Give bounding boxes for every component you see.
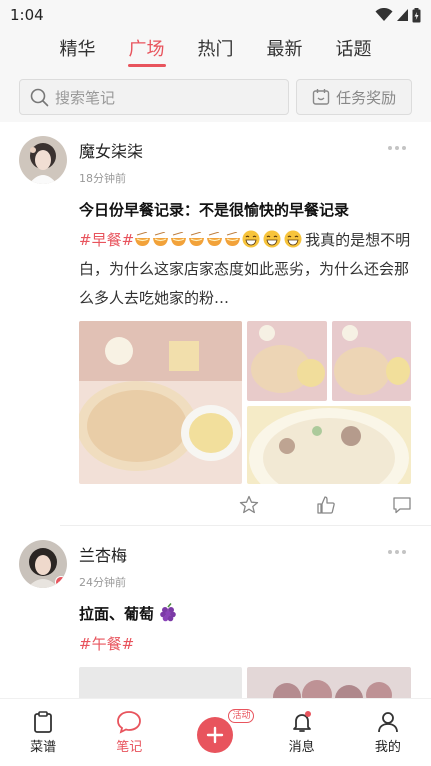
post-image[interactable] xyxy=(247,406,411,484)
more-options-icon[interactable] xyxy=(388,550,406,554)
sweat-smile-emoji-icon xyxy=(242,230,260,248)
search-input[interactable]: 搜索笔记 xyxy=(19,79,290,115)
nav-messages[interactable]: 消息 xyxy=(267,710,337,755)
clipboard-icon xyxy=(34,711,52,733)
sweat-smile-emoji-icon xyxy=(263,230,281,248)
tab-square[interactable]: 广场 xyxy=(112,35,181,67)
nav-label: 消息 xyxy=(288,740,315,755)
status-bar: 1:04 xyxy=(0,0,431,30)
grapes-emoji-icon xyxy=(160,603,177,622)
post-card[interactable]: 兰杏梅 24分钟前 拉面、葡萄 #午餐# xyxy=(0,526,431,698)
noodle-emoji-icon xyxy=(225,232,241,246)
post-image-grid xyxy=(79,321,412,485)
post-image-grid xyxy=(79,667,412,698)
post-time: 18分钟前 xyxy=(79,172,126,185)
author-name[interactable]: 兰杏梅 xyxy=(79,542,127,566)
post-image[interactable] xyxy=(247,667,411,698)
tab-featured[interactable]: 精华 xyxy=(43,35,112,67)
post-title: 拉面、葡萄 xyxy=(79,602,412,626)
nav-profile[interactable]: 我的 xyxy=(353,710,423,755)
post-text-line1: 我真的是想不 xyxy=(305,231,396,249)
event-badge: 活动 xyxy=(228,708,255,723)
sweat-smile-emoji-icon xyxy=(284,230,302,248)
post-image[interactable] xyxy=(332,321,411,401)
post-image[interactable] xyxy=(79,321,242,484)
post-header: 兰杏梅 24分钟前 xyxy=(19,540,412,590)
avatar[interactable] xyxy=(19,540,67,588)
nav-recipes[interactable]: 菜谱 xyxy=(8,710,78,755)
tab-hot[interactable]: 热门 xyxy=(181,35,250,67)
post-header: 魔女柒柒 18分钟前 xyxy=(19,136,412,186)
top-tab-bar: 精华 广场 热门 最新 话题 xyxy=(0,30,431,72)
post-title: 今日份早餐记录：不是很愉快的早餐记录 xyxy=(79,201,350,219)
person-icon xyxy=(377,712,398,733)
verified-badge-icon xyxy=(55,576,67,588)
post-image[interactable] xyxy=(247,321,327,401)
nav-label: 笔记 xyxy=(116,740,143,755)
signal-icon xyxy=(397,9,408,21)
calendar-icon xyxy=(312,89,330,105)
post-card[interactable]: 魔女柒柒 18分钟前 今日份早餐记录：不是很愉快的早餐记录 #早餐# 我真的是想不… xyxy=(0,122,431,525)
tab-latest[interactable]: 最新 xyxy=(250,35,319,67)
post-actions xyxy=(79,485,412,525)
noodle-emoji-icon xyxy=(189,232,205,246)
status-icons xyxy=(375,7,421,23)
nav-label: 菜谱 xyxy=(30,740,57,755)
post-image[interactable] xyxy=(79,667,242,698)
nav-notes[interactable]: 笔记 xyxy=(94,710,164,755)
search-row: 搜索笔记 任务奖励 xyxy=(0,72,431,122)
nav-create[interactable]: 活动 xyxy=(180,708,255,753)
nav-label: 我的 xyxy=(374,740,401,755)
battery-icon xyxy=(412,7,421,22)
search-placeholder: 搜索笔记 xyxy=(55,88,116,107)
noodle-emoji-icon xyxy=(207,232,223,246)
plus-icon xyxy=(207,726,224,743)
like-icon[interactable] xyxy=(316,495,336,515)
more-options-icon[interactable] xyxy=(388,146,406,150)
comment-icon[interactable] xyxy=(392,495,412,515)
bottom-nav: 菜谱 笔记 活动 消息 我的 xyxy=(0,698,431,766)
task-reward-label: 任务奖励 xyxy=(336,88,397,107)
bell-icon xyxy=(292,711,311,732)
chat-bubble-icon xyxy=(117,711,142,734)
task-reward-button[interactable]: 任务奖励 xyxy=(296,79,412,115)
search-icon xyxy=(30,88,49,106)
post-tag[interactable]: #早餐# xyxy=(79,231,134,249)
wifi-icon xyxy=(375,8,393,21)
post-text: #早餐# 我真的是想不明白，为什么这家店家态度如此恶劣，为什么还会那么多人去吃她家… xyxy=(79,226,412,313)
star-icon[interactable] xyxy=(239,495,259,515)
post-tag[interactable]: #午餐# xyxy=(79,635,134,653)
create-post-button[interactable] xyxy=(197,716,234,753)
feed[interactable]: 魔女柒柒 18分钟前 今日份早餐记录：不是很愉快的早餐记录 #早餐# 我真的是想不… xyxy=(0,122,431,698)
author-name[interactable]: 魔女柒柒 xyxy=(79,138,143,162)
status-time: 1:04 xyxy=(10,6,44,24)
noodle-emoji-icon xyxy=(135,232,151,246)
post-time: 24分钟前 xyxy=(79,576,126,589)
post-text: #午餐# xyxy=(79,630,412,659)
noodle-emoji-icon xyxy=(153,232,169,246)
noodle-emoji-icon xyxy=(171,232,187,246)
tab-topics[interactable]: 话题 xyxy=(319,35,388,67)
avatar[interactable] xyxy=(19,136,67,184)
